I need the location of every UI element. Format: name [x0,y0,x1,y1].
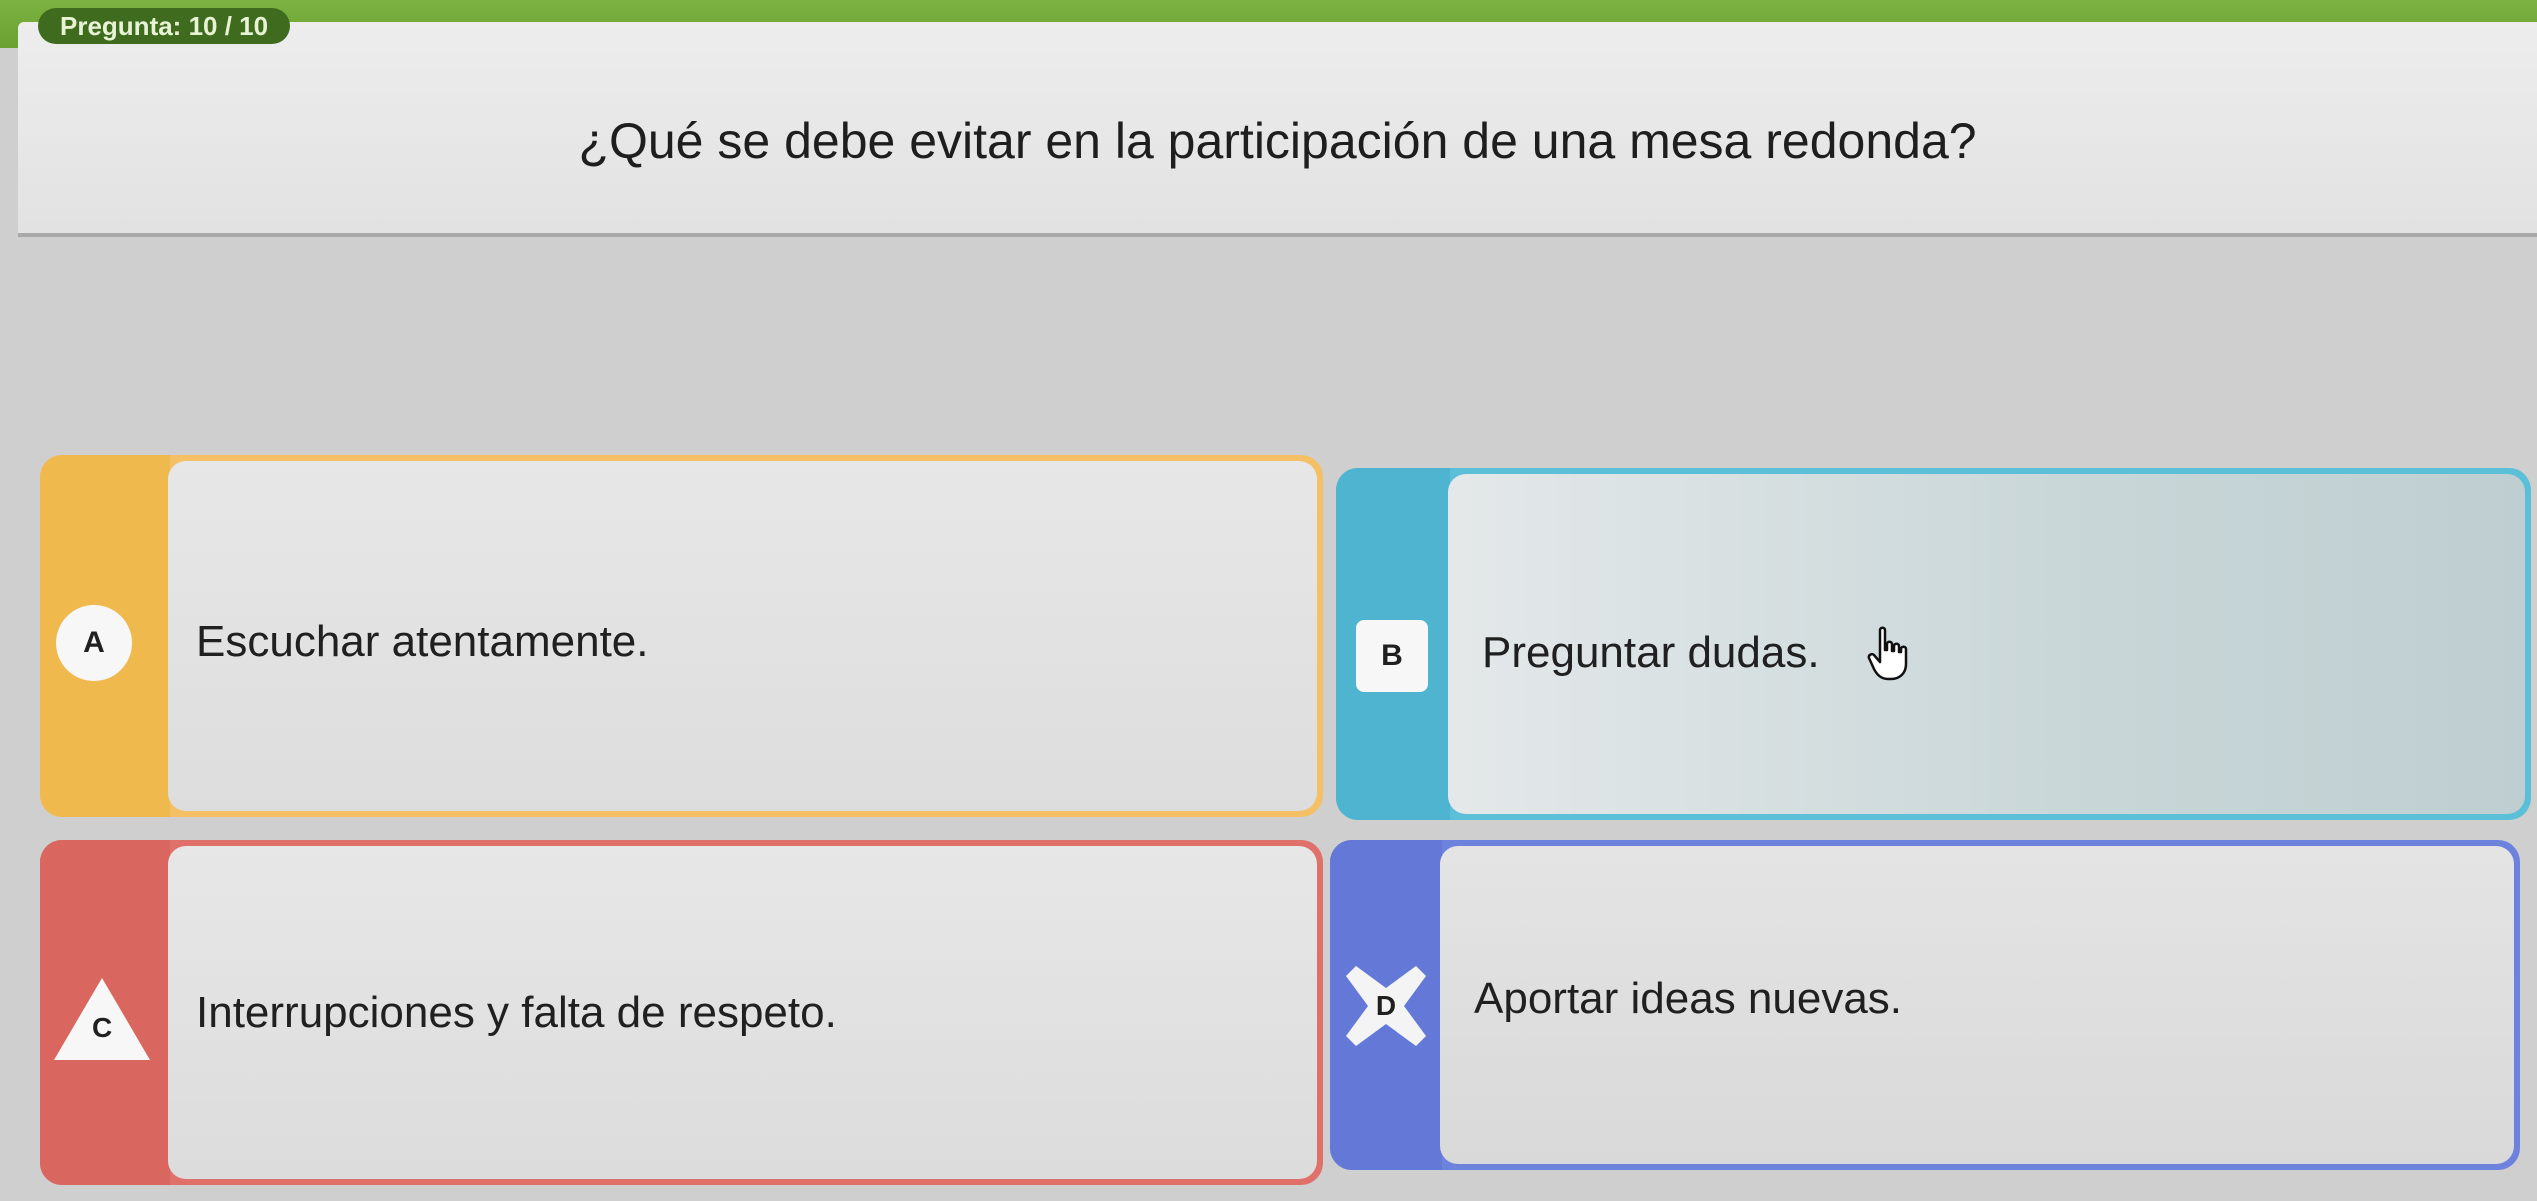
option-b-label: Preguntar dudas. [1482,628,1820,677]
square-icon: B [1356,620,1428,692]
question-text: ¿Qué se debe evitar en la participación … [578,113,1977,169]
option-a-label: Escuchar atentamente. [196,617,649,666]
question-panel: ¿Qué se debe evitar en la participación … [18,22,2537,237]
circle-icon: A [56,605,132,681]
option-c-label: Interrupciones y falta de respeto. [196,988,837,1037]
answer-option-d[interactable]: D Aportar ideas nuevas. [1330,840,2520,1170]
option-d-label: Aportar ideas nuevas. [1474,974,1903,1023]
option-a-letter: A [83,626,105,659]
option-d-letter: D [1375,990,1397,1021]
option-c-letter: C [92,1012,113,1043]
answer-option-c[interactable]: C Interrupciones y falta de respeto. [40,840,1323,1185]
triangle-icon: C [54,978,150,1060]
hand-pointer-icon [1867,626,1908,681]
option-b-letter: B [1381,639,1403,672]
answer-option-a[interactable]: A Escuchar atentamente. [40,455,1323,817]
cross-icon: D [1338,958,1434,1054]
answer-option-b[interactable]: B Preguntar dudas. [1336,468,2531,820]
question-counter: Pregunta: 10 / 10 [38,8,291,44]
